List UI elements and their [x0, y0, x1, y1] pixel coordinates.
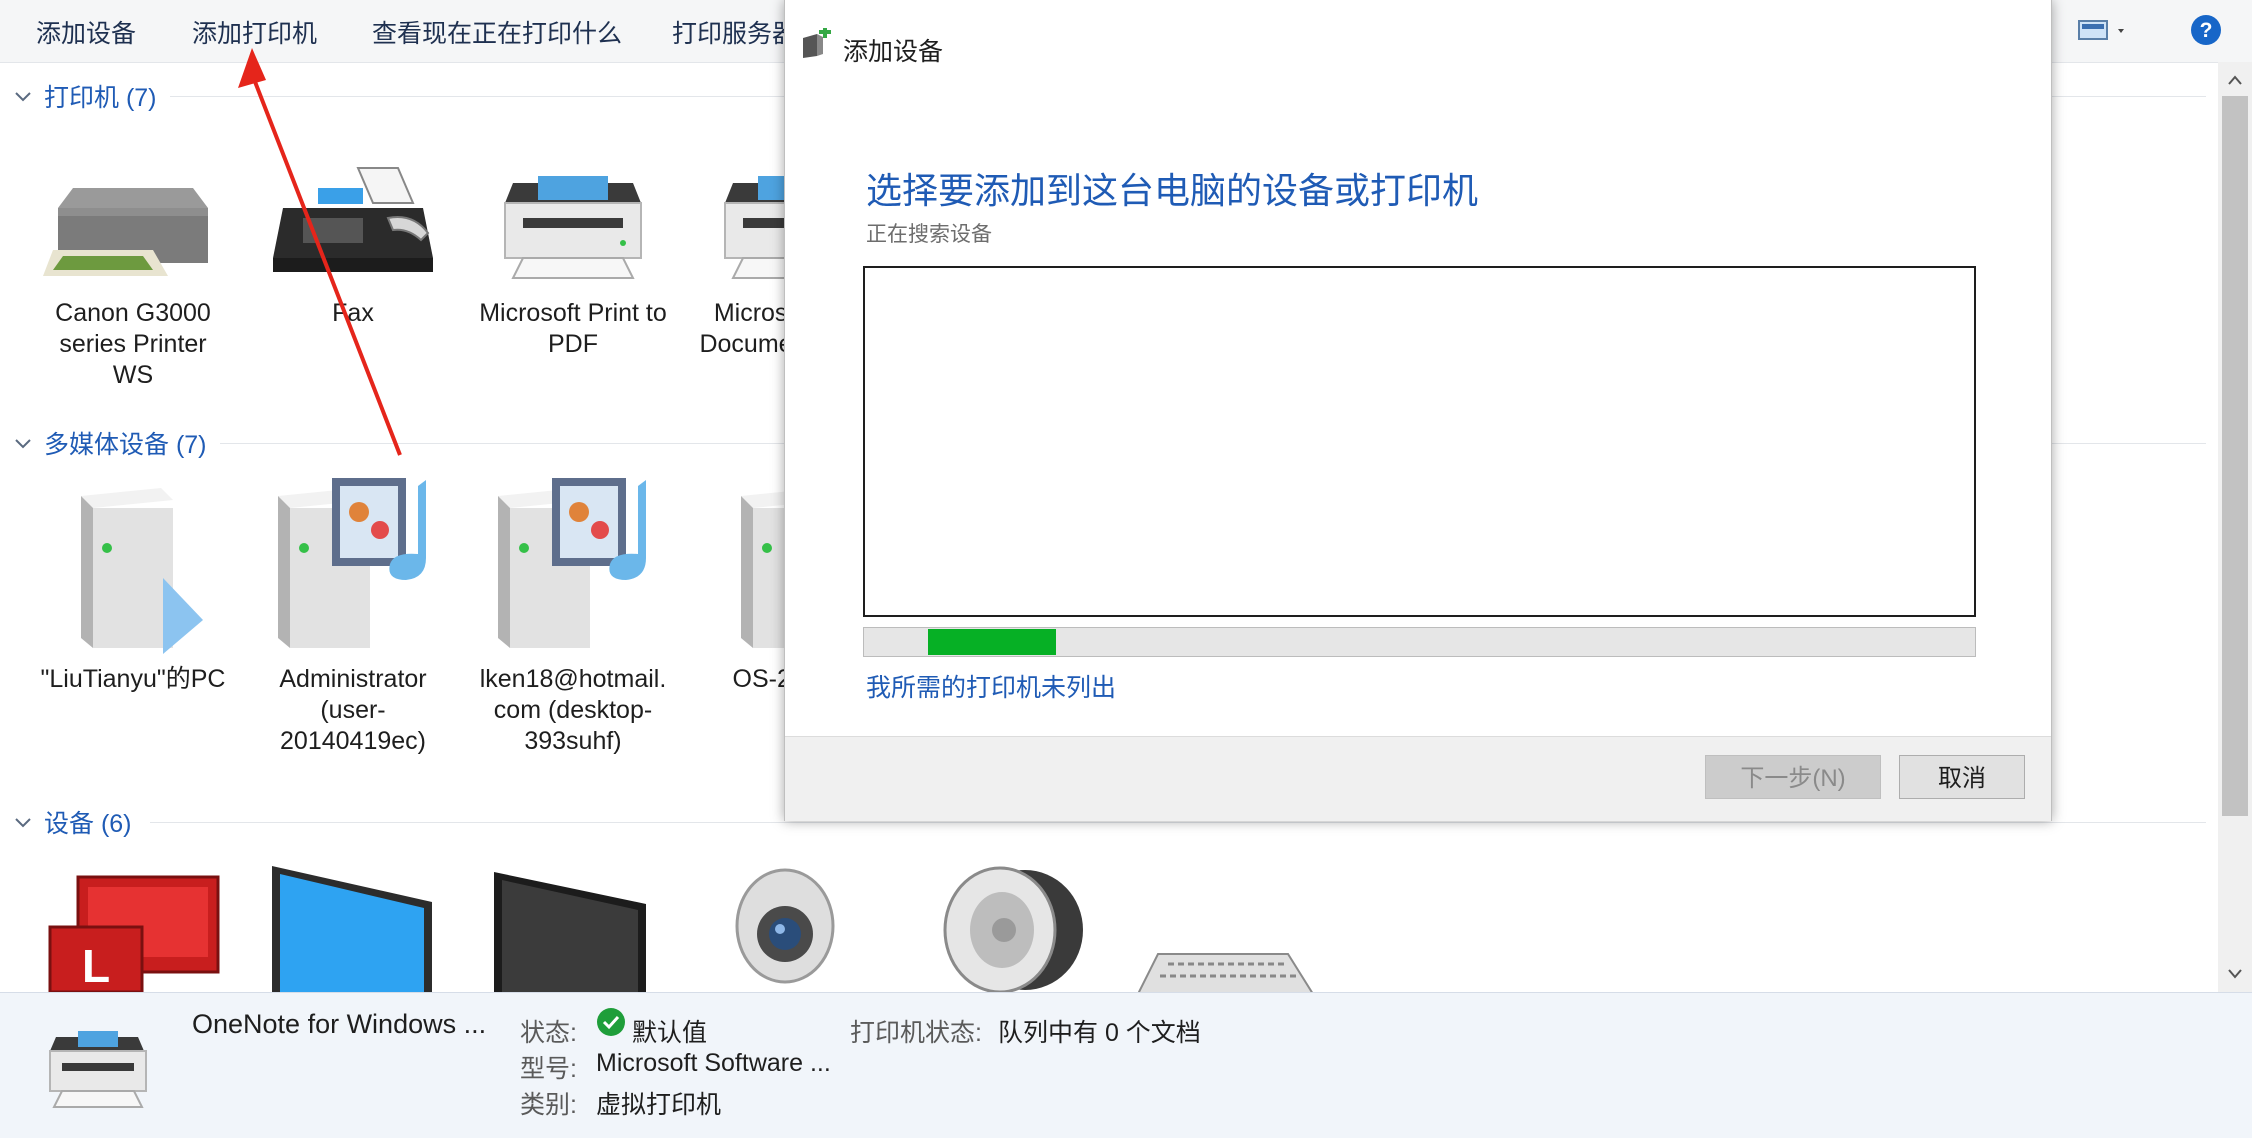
- printers-group-header[interactable]: 打印机 (7): [12, 78, 157, 114]
- media-server-icon: [81, 488, 203, 654]
- status-label: 状态:: [520, 1019, 577, 1047]
- media-group-header[interactable]: 多媒体设备 (7): [12, 425, 207, 461]
- media-server-icon: [278, 478, 426, 648]
- category-value: 虚拟打印机: [596, 1091, 722, 1119]
- printer-status-value: 队列中有 0 个文档: [998, 1019, 1201, 1047]
- monitor-icon: [494, 872, 646, 992]
- add-device-dialog: 添加设备 选择要添加到这台电脑的设备或打印机 正在搜索设备 我所需的打印机未列出…: [784, 0, 2052, 821]
- progress-indicator: [928, 629, 1056, 655]
- scrollbar-thumb[interactable]: [2222, 96, 2248, 816]
- chevron-down-icon: [15, 818, 31, 828]
- annotation-arrow: [238, 48, 402, 456]
- printer-icon: [49, 1031, 147, 1108]
- svg-text:L: L: [82, 940, 110, 992]
- devices-group-header[interactable]: 设备 (6): [12, 804, 132, 840]
- cancel-button[interactable]: 取消: [1899, 755, 2025, 799]
- webcam-icon: [735, 868, 835, 984]
- device-label: Microsoft Print to PDF: [479, 299, 667, 358]
- device-label: Administrator (user-20140419ec): [279, 665, 427, 755]
- add-device-button[interactable]: 添加设备: [36, 14, 136, 50]
- svg-text:?: ?: [2200, 19, 2213, 42]
- lenovo-device-icon: L: [48, 875, 220, 994]
- add-device-icon: [803, 28, 831, 58]
- printers-group-title: 打印机 (7): [44, 84, 157, 112]
- vertical-scrollbar[interactable]: [2218, 62, 2252, 992]
- model-value: Microsoft Software ...: [596, 1049, 831, 1077]
- details-pane: OneNote for Windows ... 状态: 默认值 型号: Micr…: [0, 992, 2252, 1138]
- chevron-down-icon: [15, 92, 31, 102]
- device-item[interactable]: [268, 862, 438, 997]
- selected-device-name: OneNote for Windows ...: [192, 1009, 487, 1039]
- inkjet-printer-icon: [43, 188, 208, 276]
- media-server-icon: [498, 478, 646, 648]
- device-label: "LiuTianyu"的PC: [40, 665, 226, 693]
- category-label: 类别:: [520, 1091, 577, 1119]
- device-item[interactable]: [930, 862, 1090, 997]
- speaker-icon: [943, 866, 1083, 994]
- device-label: Canon G3000 series Printer WS: [55, 299, 211, 389]
- device-list[interactable]: [863, 266, 1976, 617]
- device-item[interactable]: L: [48, 872, 228, 997]
- printer-item[interactable]: Microsoft Print to PDF: [468, 158, 678, 360]
- scroll-up-icon[interactable]: [2227, 74, 2243, 86]
- dialog-title: 添加设备: [843, 38, 944, 66]
- media-group-title: 多媒体设备 (7): [44, 431, 207, 459]
- search-progress-bar: [863, 627, 1976, 657]
- printer-status-label: 打印机状态:: [850, 1019, 982, 1047]
- scroll-down-icon[interactable]: [2227, 968, 2243, 980]
- view-options-icon[interactable]: [2078, 18, 2130, 49]
- printer-not-listed-link[interactable]: 我所需的打印机未列出: [866, 668, 1116, 704]
- devices-group-title: 设备 (6): [44, 810, 132, 838]
- keyboard-icon: [1136, 953, 1315, 995]
- help-icon[interactable]: ?: [2190, 14, 2222, 51]
- chevron-down-icon: [15, 439, 31, 449]
- printer-item[interactable]: Canon G3000 series Printer WS: [28, 158, 238, 391]
- media-device-item[interactable]: Administrator (user-20140419ec): [248, 478, 458, 757]
- printer-icon: [504, 176, 642, 279]
- next-button[interactable]: 下一步(N): [1705, 755, 1881, 799]
- check-icon: [597, 1008, 625, 1036]
- dialog-footer: 下一步(N) 取消: [785, 736, 2051, 821]
- model-label: 型号:: [520, 1055, 577, 1083]
- search-status-text: 正在搜索设备: [866, 223, 992, 246]
- media-device-item[interactable]: lken18@hotmail.com (desktop-393suhf): [468, 478, 678, 757]
- media-device-item[interactable]: "LiuTianyu"的PC: [28, 478, 238, 695]
- dialog-heading: 选择要添加到这台电脑的设备或打印机: [866, 170, 1479, 211]
- device-label: lken18@hotmail.com (desktop-393suhf): [479, 665, 667, 755]
- device-item[interactable]: [490, 868, 650, 997]
- status-value: 默认值: [632, 1019, 708, 1047]
- group-divider: [150, 822, 2206, 823]
- device-item[interactable]: [730, 864, 840, 997]
- monitor-icon: [272, 866, 432, 992]
